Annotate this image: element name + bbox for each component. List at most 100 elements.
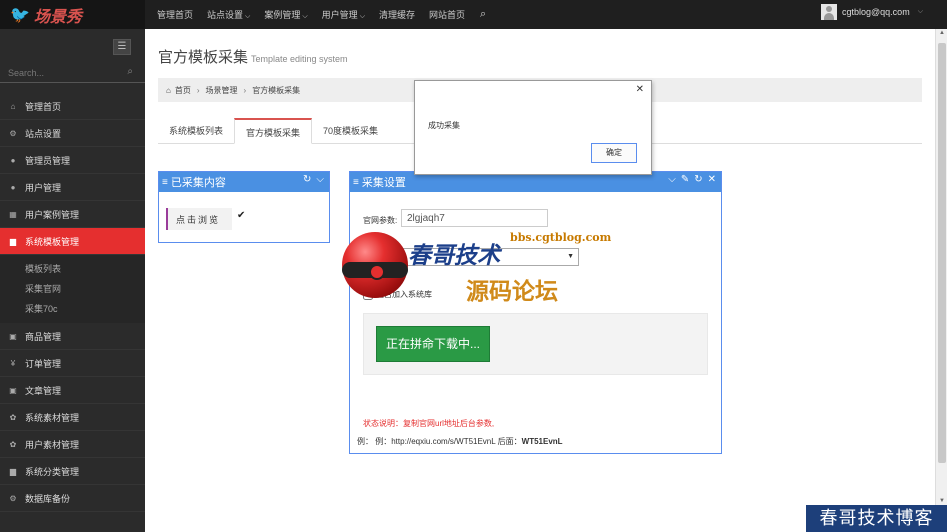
nav-label: 案例管理 xyxy=(264,10,301,20)
chevron-down-icon: ⌵ xyxy=(302,13,308,20)
breadcrumb-scene-management[interactable]: 场景管理 xyxy=(206,85,238,96)
chevron-right-icon: › xyxy=(243,85,247,95)
sidebar-item[interactable]: ● 用户管理 xyxy=(0,174,145,201)
panel-header: ≡ 采集设置 ⌵ ✎ ↻ ✕ xyxy=(350,172,721,192)
top-nav: 管理首页 站点设置 ⌵ 案例管理 ⌵ 用户管理 ⌵ 清理缓存 网站首页 ⌕ xyxy=(150,0,486,29)
breadcrumb-home[interactable]: 首页 xyxy=(175,85,191,96)
logo[interactable]: 🐦 场景秀 xyxy=(0,0,145,29)
chevron-down-icon[interactable]: ⌵ xyxy=(316,174,324,185)
chevron-right-icon: › xyxy=(196,85,200,95)
check-icon: ✔ xyxy=(237,210,246,221)
close-icon[interactable]: ✕ xyxy=(708,174,716,185)
briefcase-icon: ▆ xyxy=(9,466,17,476)
panel-title: 已采集内容 xyxy=(170,177,226,189)
download-area: 正在拼命下载中... xyxy=(363,313,708,375)
wrench-icon[interactable]: ✎ xyxy=(681,174,689,185)
nav-admin-home[interactable]: 管理首页 xyxy=(157,8,193,21)
refresh-icon[interactable]: ↻ xyxy=(694,174,702,185)
page-title: 官方模板采集 Template editing system xyxy=(158,46,348,67)
panel-header: ≡ 已采集内容 ↻ ⌵ xyxy=(159,172,329,192)
tab-official-collect[interactable]: 官方模板采集 xyxy=(234,118,313,144)
sidebar-item[interactable]: ✿ 系统素材管理 xyxy=(0,404,145,431)
watermark-ball-logo xyxy=(342,232,408,298)
search-icon[interactable]: ⌕ xyxy=(480,8,486,21)
yen-icon: ¥ xyxy=(10,358,16,368)
sidebar-subitem[interactable]: 模板列表 xyxy=(0,259,145,279)
nav-label: 清理缓存 xyxy=(379,10,416,20)
download-button[interactable]: 正在拼命下载中... xyxy=(376,326,490,362)
sidebar-toggle-button[interactable]: ☰ xyxy=(113,39,131,55)
panel-tools: ⌵ ✎ ↻ ✕ xyxy=(663,174,716,185)
sidebar-item[interactable]: ⚙ 站点设置 xyxy=(0,120,145,147)
nav-label: 管理首页 xyxy=(157,10,194,20)
chevron-down-icon[interactable]: ⌵ xyxy=(668,174,676,185)
scroll-up-icon[interactable]: ▲ xyxy=(937,30,947,36)
example-text: 例： 例：http://eqxiu.com/s/WT51EvnL 后面：WT51… xyxy=(357,436,563,447)
sidebar-item[interactable]: ▦ 用户案例管理 xyxy=(0,201,145,228)
panel-title: 采集设置 xyxy=(361,177,406,189)
sidebar-item[interactable]: ● 管理员管理 xyxy=(0,147,145,174)
scroll-down-icon[interactable]: ▼ xyxy=(937,498,947,504)
sidebar-item[interactable]: ▆ 系统分类管理 xyxy=(0,458,145,485)
page-subtitle: Template editing system xyxy=(251,54,348,64)
list-icon: ≡ xyxy=(162,176,168,188)
nav-clear-cache[interactable]: 清理缓存 xyxy=(379,8,415,21)
close-icon[interactable]: ✕ xyxy=(636,84,644,95)
page-title-text: 官方模板采集 xyxy=(158,49,249,66)
dialog-message: 成功采集 xyxy=(428,121,460,130)
watermark-subtitle: 源码论坛 xyxy=(466,278,558,305)
watermark-url: bbs.cgtblog.com xyxy=(510,231,612,244)
param-input[interactable] xyxy=(401,209,548,227)
home-icon: ⌂ xyxy=(166,85,171,95)
square-icon: ▣ xyxy=(9,331,17,341)
success-dialog: ✕ 成功采集 确定 xyxy=(414,80,652,175)
tab-system-templates[interactable]: 系统模板列表 xyxy=(158,118,234,144)
nav-label: 站点设置 xyxy=(207,10,244,20)
caret-down-icon: ▼ xyxy=(567,253,574,260)
user-email: cgtblog@qq.com xyxy=(842,7,910,17)
sidebar-item-label: 管理首页 xyxy=(25,101,62,112)
sidebar-submenu: 模板列表 采集官网 采集70c xyxy=(0,255,145,323)
sidebar-search: ⌕ xyxy=(0,63,145,83)
ok-button[interactable]: 确定 xyxy=(591,143,637,163)
sidebar-item[interactable]: ▣ 商品管理 xyxy=(0,323,145,350)
corner-watermark: 春哥技术博客 xyxy=(806,505,947,532)
nav-case-management[interactable]: 案例管理 ⌵ xyxy=(264,8,307,21)
sidebar-subitem[interactable]: 采集70c xyxy=(0,299,145,319)
collected-content-panel: ≡ 已采集内容 ↻ ⌵ 点击浏览 ✔ xyxy=(158,171,330,243)
sidebar-item[interactable]: ⌂ 管理首页 xyxy=(0,93,145,120)
tab-70du-collect[interactable]: 70度模板采集 xyxy=(312,118,389,144)
sidebar-menu: ⌂ 管理首页 ⚙ 站点设置 ● 管理员管理 ● 用户管理 ▦ 用户案例管理 ▆ 系统模板管理 模板列表采… xyxy=(0,93,151,512)
scrollbar[interactable]: ▲ ▼ xyxy=(935,29,947,505)
square-icon: ▣ xyxy=(9,385,17,395)
scrollbar-thumb[interactable] xyxy=(938,43,946,463)
avatar xyxy=(821,4,838,20)
sidebar-item[interactable]: ✿ 用户素材管理 xyxy=(0,431,145,458)
user-icon: ● xyxy=(10,182,16,192)
nav-site-home[interactable]: 网站首页 xyxy=(429,8,465,21)
list-icon: ≡ xyxy=(353,176,359,188)
user-menu[interactable]: cgtblog@qq.com ⌵ xyxy=(821,4,923,20)
browse-link[interactable]: 点击浏览 xyxy=(166,208,232,230)
nav-user-management[interactable]: 用户管理 ⌵ xyxy=(322,8,365,21)
sidebar-item[interactable]: ▣ 文章管理 xyxy=(0,377,145,404)
sidebar-item-label: 系统素材管理 xyxy=(25,412,80,423)
sidebar-item-label: 系统模板管理 xyxy=(25,236,80,247)
sidebar-item[interactable]: ⚙ 数据库备份 xyxy=(0,485,145,512)
refresh-icon[interactable]: ↻ xyxy=(303,174,311,185)
nav-site-settings[interactable]: 站点设置 ⌵ xyxy=(207,8,250,21)
search-input[interactable] xyxy=(8,66,118,80)
example-prefix: 例： 例：http://eqxiu.com/s/WT51EvnL 后面： xyxy=(357,437,522,446)
sidebar: ☰ ⌕ ⌂ 管理首页 ⚙ 站点设置 ● 管理员管理 ● 用户管理 ▦ 用户案例管理 ▆ 系统模板管理模… xyxy=(0,29,151,532)
home-icon: ⌂ xyxy=(10,101,16,111)
sidebar-item-label: 站点设置 xyxy=(25,128,62,139)
sidebar-item-label: 用户管理 xyxy=(25,182,62,193)
panel-tools: ↻ ⌵ xyxy=(298,174,324,185)
sidebar-item[interactable]: ▆ 系统模板管理 xyxy=(0,228,151,255)
sidebar-subitem[interactable]: 采集官网 xyxy=(0,279,145,299)
sidebar-item[interactable]: ¥ 订单管理 xyxy=(0,350,145,377)
sidebar-item-label: 系统分类管理 xyxy=(25,466,80,477)
nav-label: 用户管理 xyxy=(321,10,358,20)
watermark-title: 春哥技术 xyxy=(408,242,500,269)
search-icon[interactable]: ⌕ xyxy=(127,66,133,77)
